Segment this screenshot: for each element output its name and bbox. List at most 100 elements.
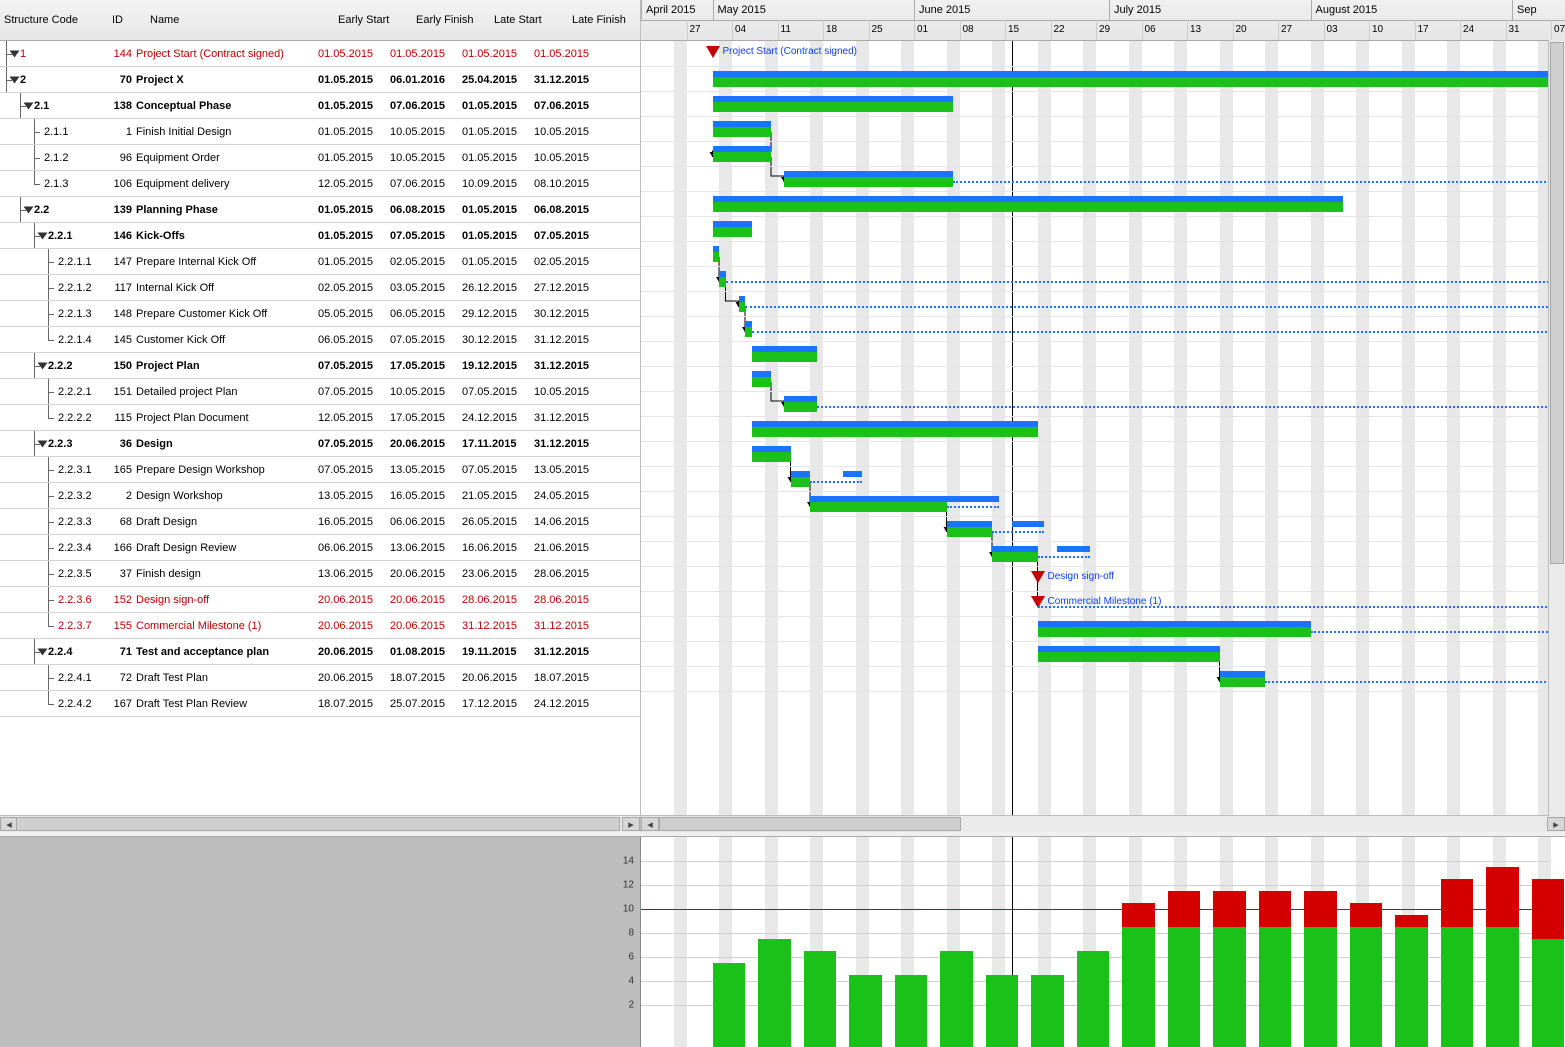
expand-icon[interactable]	[24, 102, 34, 109]
table-row[interactable]: 2.2.336Design07.05.201520.06.201517.11.2…	[0, 431, 640, 457]
task-bar[interactable]	[713, 152, 772, 162]
expand-icon[interactable]	[38, 362, 48, 369]
gantt-lane[interactable]	[641, 91, 1565, 117]
summary-bar[interactable]	[1038, 627, 1311, 637]
table-row[interactable]: 2.2.3.368Draft Design16.05.201506.06.201…	[0, 509, 640, 535]
expand-icon[interactable]	[10, 50, 20, 57]
table-row[interactable]: 2.1.11Finish Initial Design01.05.201510.…	[0, 119, 640, 145]
col-late-start[interactable]: Late Start	[490, 14, 568, 26]
scroll-right-icon[interactable]: ▸	[1547, 817, 1565, 831]
task-bar[interactable]	[713, 252, 720, 262]
task-table-body[interactable]: 1144Project Start (Contract signed)01.05…	[0, 41, 640, 815]
expand-icon[interactable]	[38, 648, 48, 655]
table-row[interactable]: 2.2.471Test and acceptance plan20.06.201…	[0, 639, 640, 665]
scroll-thumb[interactable]	[16, 817, 620, 831]
gantt-lane[interactable]	[641, 216, 1565, 242]
table-row[interactable]: 2.2.3.1165Prepare Design Workshop07.05.2…	[0, 457, 640, 483]
task-bar[interactable]	[784, 402, 817, 412]
col-early-start[interactable]: Early Start	[334, 14, 412, 26]
gantt-lane[interactable]	[641, 641, 1565, 667]
col-id[interactable]: ID	[108, 14, 146, 26]
table-row[interactable]: 2.2.2.1151Detailed project Plan07.05.201…	[0, 379, 640, 405]
table-row[interactable]: 2.2.4.172Draft Test Plan20.06.201518.07.…	[0, 665, 640, 691]
table-row[interactable]: 2.2.4.2167Draft Test Plan Review18.07.20…	[0, 691, 640, 717]
table-row[interactable]: 2.2.3.4166Draft Design Review06.06.20151…	[0, 535, 640, 561]
task-bar[interactable]	[1038, 652, 1220, 662]
table-row[interactable]: 2.2.3.7155Commercial Milestone (1)20.06.…	[0, 613, 640, 639]
gantt-lane[interactable]	[641, 166, 1565, 192]
gantt-v-scroll[interactable]	[1548, 40, 1565, 816]
gantt-body[interactable]: Project Start (Contract signed) Design si…	[641, 41, 1565, 815]
expand-icon[interactable]	[38, 232, 48, 239]
gantt-timescale[interactable]: April 2015May 2015June 2015July 2015Augu…	[641, 0, 1565, 41]
table-row[interactable]: 2.2.2150Project Plan07.05.201517.05.2015…	[0, 353, 640, 379]
table-row[interactable]: 2.1.296Equipment Order01.05.201510.05.20…	[0, 145, 640, 171]
scroll-thumb[interactable]	[1550, 42, 1564, 564]
histogram-right-pane[interactable]	[641, 837, 1565, 1047]
gantt-lane[interactable]	[641, 366, 1565, 392]
table-row[interactable]: 2.2.3.537Finish design13.06.201520.06.20…	[0, 561, 640, 587]
gantt-lane[interactable]	[641, 391, 1565, 417]
task-bar[interactable]	[752, 452, 791, 462]
table-row[interactable]: 2.2.3.6152Design sign-off20.06.201520.06…	[0, 587, 640, 613]
table-row[interactable]: 2.2.1.1147Prepare Internal Kick Off01.05…	[0, 249, 640, 275]
gantt-lane[interactable]	[641, 666, 1565, 692]
gantt-h-scroll[interactable]: ◂ ▸	[641, 815, 1565, 832]
table-row[interactable]: 2.2.3.22Design Workshop13.05.201516.05.2…	[0, 483, 640, 509]
table-h-scroll[interactable]: ◂ ▸	[0, 815, 640, 832]
gantt-lane[interactable]	[641, 516, 1565, 542]
gantt-pane[interactable]: April 2015May 2015June 2015July 2015Augu…	[641, 0, 1565, 832]
summary-bar[interactable]	[713, 77, 1565, 87]
summary-bar[interactable]	[713, 102, 954, 112]
expand-icon[interactable]	[24, 206, 34, 213]
task-bar[interactable]	[784, 177, 953, 187]
scroll-left-icon[interactable]: ◂	[641, 817, 659, 831]
gantt-lane[interactable]	[641, 616, 1565, 642]
task-bar[interactable]	[752, 377, 772, 387]
task-bar[interactable]	[1220, 677, 1266, 687]
gantt-lane[interactable]	[641, 116, 1565, 142]
scroll-thumb[interactable]	[659, 817, 961, 831]
table-row[interactable]: 2.2.1.3148Prepare Customer Kick Off05.05…	[0, 301, 640, 327]
gantt-lane[interactable]	[641, 341, 1565, 367]
gantt-lane[interactable]	[641, 441, 1565, 467]
task-table-pane[interactable]: Structure Code ID Name Early Start Early…	[0, 0, 641, 832]
gantt-lane[interactable]	[641, 66, 1565, 92]
gantt-lane[interactable]	[641, 316, 1565, 342]
gantt-lane[interactable]	[641, 291, 1565, 317]
col-late-finish[interactable]: Late Finish	[568, 14, 641, 26]
task-bar[interactable]	[947, 527, 993, 537]
expand-icon[interactable]	[10, 76, 20, 83]
table-row[interactable]: 2.2.1.4145Customer Kick Off06.05.201507.…	[0, 327, 640, 353]
col-name[interactable]: Name	[146, 14, 334, 26]
gantt-lane[interactable]	[641, 466, 1565, 492]
gantt-lane[interactable]	[641, 141, 1565, 167]
gantt-lane[interactable]: Project Start (Contract signed)	[641, 41, 1565, 67]
summary-bar[interactable]	[713, 202, 1344, 212]
task-bar[interactable]	[713, 127, 772, 137]
table-row[interactable]: 270Project X01.05.201506.01.201625.04.20…	[0, 67, 640, 93]
table-row[interactable]: 2.2.1.2117Internal Kick Off02.05.201503.…	[0, 275, 640, 301]
table-row[interactable]: 2.1.3106Equipment delivery12.05.201507.0…	[0, 171, 640, 197]
gantt-lane[interactable]	[641, 541, 1565, 567]
summary-bar[interactable]	[752, 352, 817, 362]
gantt-lane[interactable]: Design sign-off	[641, 566, 1565, 592]
gantt-lane[interactable]: Commercial Milestone (1)	[641, 591, 1565, 617]
gantt-lane[interactable]	[641, 491, 1565, 517]
gantt-lane[interactable]	[641, 416, 1565, 442]
scroll-right-icon[interactable]: ▸	[622, 817, 640, 831]
col-structure-code[interactable]: Structure Code	[0, 14, 108, 26]
task-bar[interactable]	[791, 477, 811, 487]
table-row[interactable]: 2.2139Planning Phase01.05.201506.08.2015…	[0, 197, 640, 223]
table-row[interactable]: 2.1138Conceptual Phase01.05.201507.06.20…	[0, 93, 640, 119]
gantt-lane[interactable]	[641, 191, 1565, 217]
summary-bar[interactable]	[713, 227, 752, 237]
table-row[interactable]: 1144Project Start (Contract signed)01.05…	[0, 41, 640, 67]
gantt-lane[interactable]	[641, 266, 1565, 292]
summary-bar[interactable]	[752, 427, 1038, 437]
task-bar[interactable]	[992, 552, 1038, 562]
table-row[interactable]: 2.2.1146Kick-Offs01.05.201507.05.201501.…	[0, 223, 640, 249]
col-early-finish[interactable]: Early Finish	[412, 14, 490, 26]
expand-icon[interactable]	[38, 440, 48, 447]
table-row[interactable]: 2.2.2.2115Project Plan Document12.05.201…	[0, 405, 640, 431]
